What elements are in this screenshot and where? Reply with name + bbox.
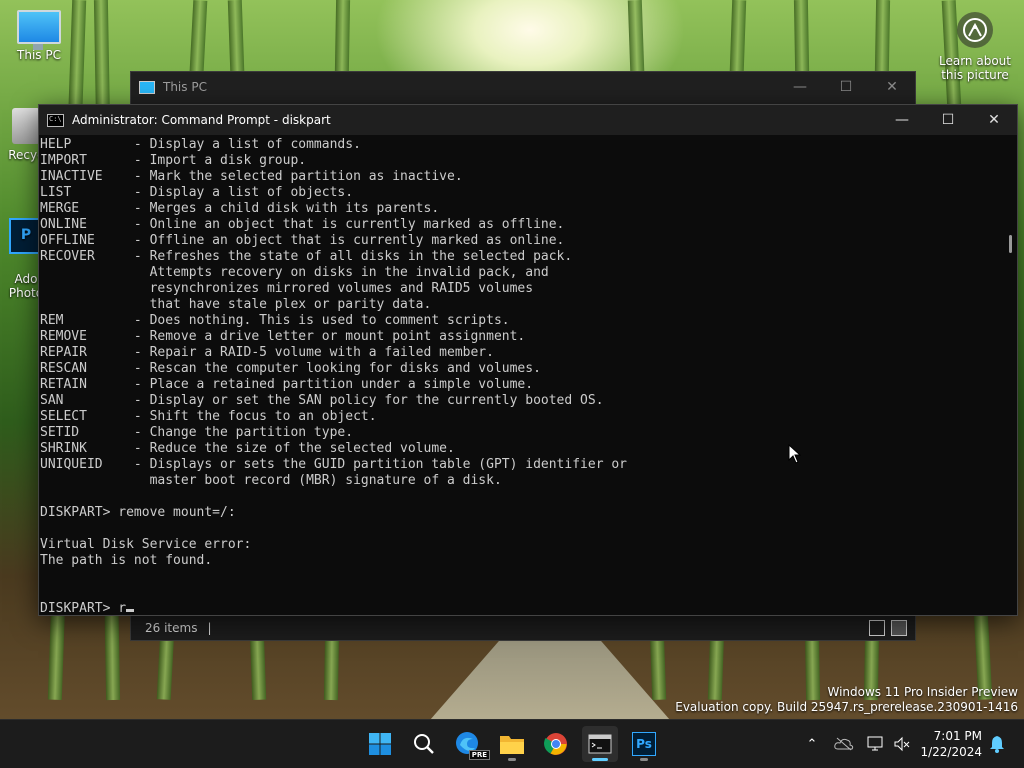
chevron-up-icon: ⌃: [806, 736, 818, 752]
command-input[interactable]: r: [118, 601, 126, 615]
console-output[interactable]: HELP - Display a list of commands. IMPORT…: [39, 135, 1003, 615]
photoshop-icon: Ps: [632, 732, 656, 756]
cmd-close-button[interactable]: ✕: [971, 105, 1017, 135]
console-line: SELECT - Shift the focus to an object.: [40, 409, 377, 424]
network-button[interactable]: [864, 720, 888, 768]
show-hidden-icons-button[interactable]: ⌃: [800, 720, 824, 768]
explorer-title: This PC: [163, 80, 207, 94]
network-icon: [867, 736, 883, 751]
prompt-line[interactable]: DISKPART> r: [40, 601, 1003, 615]
console-line: RESCAN - Rescan the computer looking for…: [40, 361, 541, 376]
cloud-offline-icon: [834, 737, 854, 751]
cmd-titlebar[interactable]: C:\ Administrator: Command Prompt - disk…: [39, 105, 1017, 135]
console-line: REM - Does nothing. This is used to comm…: [40, 313, 510, 328]
cmd-scrollbar[interactable]: [1003, 135, 1017, 615]
console-line: resynchronizes mirrored volumes and RAID…: [40, 281, 534, 296]
terminal-button[interactable]: [582, 726, 618, 762]
explorer-close-button[interactable]: ✕: [869, 72, 915, 102]
photoshop-label: Ps: [636, 737, 652, 751]
recycle-bin-icon: [12, 108, 40, 144]
console-line: SETID - Change the partition type.: [40, 425, 354, 440]
search-icon: [414, 734, 434, 754]
console-line: OFFLINE - Offline an object that is curr…: [40, 233, 565, 248]
explorer-statusbar: 26 items |: [131, 616, 915, 640]
chrome-button[interactable]: [538, 726, 574, 762]
console-line: DISKPART> remove mount=/:: [40, 505, 236, 520]
edge-beta-button[interactable]: PRE: [450, 726, 490, 762]
console-line: SHRINK - Reduce the size of the selected…: [40, 441, 455, 456]
terminal-icon: [588, 734, 612, 754]
file-explorer-icon: [500, 736, 524, 754]
console-line: Virtual Disk Service error:: [40, 537, 252, 552]
prompt: DISKPART>: [40, 601, 119, 615]
file-explorer-button[interactable]: [494, 726, 530, 762]
desktop-icon-this-pc[interactable]: This PC: [1, 10, 77, 62]
clock[interactable]: 7:01 PM 1/22/2024: [920, 728, 982, 760]
cmd-minimize-button[interactable]: —: [879, 105, 925, 135]
photoshop-button[interactable]: Ps: [626, 726, 662, 762]
explorer-titlebar[interactable]: This PC — ☐ ✕: [131, 72, 915, 102]
details-view-button[interactable]: [869, 620, 885, 636]
volume-button[interactable]: [890, 720, 914, 768]
explorer-minimize-button[interactable]: —: [777, 72, 823, 102]
desktop-icon-label: This PC: [17, 48, 61, 62]
learn-about-picture[interactable]: Learn about this picture: [938, 12, 1012, 82]
build-watermark: Windows 11 Pro Insider Preview Evaluatio…: [675, 685, 1018, 715]
console-line: MERGE - Merges a child disk with its par…: [40, 201, 440, 216]
scrollbar-thumb[interactable]: [1009, 235, 1012, 253]
windows-start-icon: [369, 733, 391, 755]
console-line: ONLINE - Online an object that is curren…: [40, 217, 565, 232]
console-line: LIST - Display a list of objects.: [40, 185, 354, 200]
onedrive-button[interactable]: [832, 720, 856, 768]
tiles-view-button[interactable]: [891, 620, 907, 636]
running-indicator: [640, 758, 648, 761]
clock-date: 1/22/2024: [920, 745, 982, 759]
monitor-icon: [17, 10, 61, 50]
text-cursor: [126, 609, 135, 612]
search-button[interactable]: [406, 726, 442, 762]
camera-lens-icon: [957, 12, 993, 48]
console-line: UNIQUEID - Displays or sets the GUID par…: [40, 457, 627, 472]
cmd-window[interactable]: C:\ Administrator: Command Prompt - disk…: [38, 104, 1018, 616]
console-line: REMOVE - Remove a drive letter or mount …: [40, 329, 526, 344]
watermark-build: Evaluation copy. Build 25947.rs_prerelea…: [675, 700, 1018, 714]
start-button[interactable]: [362, 726, 398, 762]
cmd-title: Administrator: Command Prompt - diskpart: [72, 113, 331, 127]
mouse-pointer-icon: [788, 444, 802, 464]
console-line: The path is not found.: [40, 553, 213, 568]
bell-icon: [990, 736, 1004, 753]
console-line: SAN - Display or set the SAN policy for …: [40, 393, 604, 408]
this-pc-icon: [139, 80, 155, 94]
console-line: master boot record (MBR) signature of a …: [40, 473, 502, 488]
console-line: Attempts recovery on disks in the invali…: [40, 265, 549, 280]
notifications-button[interactable]: [986, 720, 1008, 768]
chrome-icon: [544, 733, 567, 755]
learn-label: Learn about this picture: [939, 54, 1011, 82]
console-line: HELP - Display a list of commands.: [40, 137, 361, 152]
cmd-maximize-button[interactable]: ☐: [925, 105, 971, 135]
clock-time: 7:01 PM: [933, 729, 982, 743]
taskbar: PRE Ps ⌃ 7:01 PM 1/22/2024: [0, 719, 1024, 768]
console-line: REPAIR - Repair a RAID-5 volume with a f…: [40, 345, 494, 360]
console-line: IMPORT - Import a disk group.: [40, 153, 307, 168]
running-indicator: [508, 758, 516, 761]
status-divider: |: [207, 621, 212, 635]
console-line: RECOVER - Refreshes the state of all dis…: [40, 249, 573, 264]
explorer-maximize-button[interactable]: ☐: [823, 72, 869, 102]
edge-pre-badge: PRE: [468, 750, 490, 760]
console-line: that have stale plex or parity data.: [40, 297, 432, 312]
active-indicator: [592, 758, 608, 761]
console-line: INACTIVE - Mark the selected partition a…: [40, 169, 463, 184]
item-count: 26 items: [145, 621, 198, 635]
console-line: RETAIN - Place a retained partition unde…: [40, 377, 534, 392]
watermark-edition: Windows 11 Pro Insider Preview: [827, 685, 1018, 699]
speaker-muted-icon: [894, 736, 910, 752]
cmd-icon: C:\: [47, 113, 64, 127]
